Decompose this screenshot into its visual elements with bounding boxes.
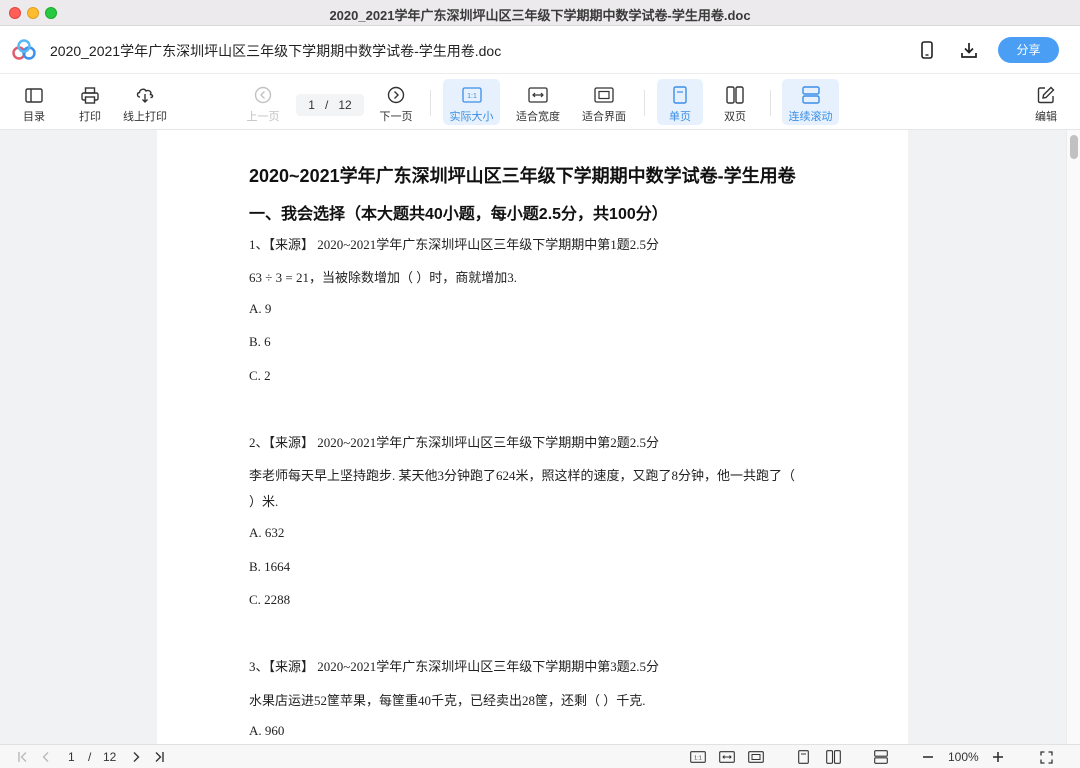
single-page-label: 单页 <box>669 111 691 123</box>
status-bar: 1 / 12 1:1 100% <box>0 744 1080 768</box>
answer-option: C. 2288 <box>249 592 291 607</box>
question-text: 63 ÷ 3 = 21，当被除数增加（ ）时，商就增加3. <box>249 270 517 285</box>
actual-size-icon-text: 1:1 <box>467 93 477 100</box>
answer-option: B. 1664 <box>249 559 291 574</box>
question-text: 水果店运进52筐苹果，每筐重40千克，已经卖出28筐，还剩（ ）千克. <box>249 693 646 708</box>
cloud-print-icon <box>134 85 156 105</box>
fit-page-button[interactable]: 适合界面 <box>578 79 630 125</box>
continuous-scroll-button[interactable]: 连续滚动 <box>782 79 839 125</box>
next-page-label: 下一页 <box>379 111 413 123</box>
question-text: ）米. <box>249 494 279 509</box>
phone-icon[interactable] <box>915 38 939 62</box>
app-logo-icon <box>12 39 36 61</box>
question-source: 1、【来源】 2020~2021学年广东深圳坪山区三年级下学期期中第1题2.5分 <box>249 237 660 252</box>
fit-width-icon <box>527 85 549 105</box>
continuous-scroll-icon <box>800 85 822 105</box>
answer-option: A. 9 <box>249 301 272 316</box>
status-page-separator: / <box>88 750 92 764</box>
fit-page-icon[interactable] <box>747 749 765 765</box>
prev-page-icon[interactable] <box>38 749 54 765</box>
window-title: 2020_2021学年广东深圳坪山区三年级下学期期中数学试卷-学生用卷.doc <box>329 8 751 23</box>
single-page-icon[interactable] <box>795 749 811 765</box>
single-page-icon <box>669 85 691 105</box>
toc-icon <box>23 85 45 105</box>
section-heading: 一、我会选择（本大题共40小题，每小题2.5分，共100分） <box>249 206 668 223</box>
fit-width-button[interactable]: 适合宽度 <box>512 79 564 125</box>
toc-button[interactable]: 目录 <box>16 79 52 125</box>
double-page-icon[interactable] <box>825 749 841 765</box>
chevron-right-circle-icon <box>385 85 407 105</box>
toolbar-divider <box>644 90 645 116</box>
document-page: 2020~2021学年广东深圳坪山区三年级下学期期中数学试卷-学生用卷 一、我会… <box>157 130 908 744</box>
zoom-level[interactable]: 100% <box>948 750 979 764</box>
fit-width-label: 适合宽度 <box>516 111 560 123</box>
edit-button[interactable]: 编辑 <box>1028 79 1064 125</box>
answer-option: B. 6 <box>249 334 271 349</box>
current-page-input[interactable]: 1 <box>308 98 315 112</box>
page-separator: / <box>324 98 329 112</box>
question-text: 李老师每天早上坚持跑步. 某天他3分钟跑了624米，照这样的速度，又跑了8分钟，… <box>249 468 796 483</box>
double-page-icon <box>724 85 746 105</box>
actual-size-button[interactable]: 1:1 实际大小 <box>443 79 500 125</box>
toolbar-divider <box>770 90 771 116</box>
print-label: 打印 <box>79 111 101 123</box>
fit-width-icon[interactable] <box>718 749 736 765</box>
fit-page-icon <box>593 85 615 105</box>
actual-size-icon: 1:1 <box>461 85 483 105</box>
online-print-label: 线上打印 <box>123 111 167 123</box>
zoom-in-icon[interactable] <box>990 749 1006 765</box>
document-title: 2020_2021学年广东深圳坪山区三年级下学期期中数学试卷-学生用卷.doc <box>50 43 502 59</box>
toolbar: 目录 打印 线上打印 上一页 1 / 12 下一页 1:1 实际大小 适合宽度 … <box>0 74 1080 130</box>
zoom-out-icon[interactable] <box>920 749 936 765</box>
next-page-icon[interactable] <box>128 749 144 765</box>
fullscreen-icon[interactable] <box>1038 749 1054 765</box>
status-total-pages: 12 <box>103 750 117 764</box>
status-actual-size-icon-text: 1:1 <box>694 755 702 761</box>
fit-page-label: 适合界面 <box>582 111 626 123</box>
answer-option: C. 2 <box>249 368 271 383</box>
window-titlebar: 2020_2021学年广东深圳坪山区三年级下学期期中数学试卷-学生用卷.doc <box>0 0 1080 26</box>
next-page-button[interactable]: 下一页 <box>376 79 416 125</box>
first-page-icon[interactable] <box>15 749 31 765</box>
actual-size-label: 实际大小 <box>449 111 494 123</box>
continuous-scroll-label: 连续滚动 <box>788 111 833 123</box>
vertical-scrollbar[interactable] <box>1066 130 1080 744</box>
download-icon[interactable] <box>957 38 981 62</box>
edit-icon <box>1035 85 1057 105</box>
chevron-left-circle-icon <box>252 85 274 105</box>
answer-option: A. 960 <box>249 723 285 738</box>
toolbar-divider <box>430 90 431 116</box>
prev-page-label: 上一页 <box>246 111 280 123</box>
document-viewport[interactable]: 2020~2021学年广东深圳坪山区三年级下学期期中数学试卷-学生用卷 一、我会… <box>0 130 1066 744</box>
total-pages: 12 <box>338 98 352 112</box>
question-source: 3、【来源】 2020~2021学年广东深圳坪山区三年级下学期期中第3题2.5分 <box>249 659 660 674</box>
status-current-page[interactable]: 1 <box>68 750 75 764</box>
document-heading: 2020~2021学年广东深圳坪山区三年级下学期期中数学试卷-学生用卷 <box>249 166 796 186</box>
page-indicator[interactable]: 1 / 12 <box>296 94 364 116</box>
prev-page-button[interactable]: 上一页 <box>244 79 282 125</box>
toc-label: 目录 <box>23 111 45 123</box>
online-print-button[interactable]: 线上打印 <box>120 79 170 125</box>
share-button[interactable]: 分享 <box>998 37 1059 63</box>
continuous-scroll-icon[interactable] <box>873 749 889 765</box>
double-page-label: 双页 <box>724 111 746 123</box>
question-source: 2、【来源】 2020~2021学年广东深圳坪山区三年级下学期期中第2题2.5分 <box>249 435 660 450</box>
edit-label: 编辑 <box>1035 111 1057 123</box>
print-button[interactable]: 打印 <box>72 79 108 125</box>
app-header: 2020_2021学年广东深圳坪山区三年级下学期期中数学试卷-学生用卷.doc … <box>0 26 1080 74</box>
last-page-icon[interactable] <box>151 749 167 765</box>
answer-option: A. 632 <box>249 525 285 540</box>
scrollbar-thumb[interactable] <box>1070 135 1078 159</box>
actual-size-icon[interactable]: 1:1 <box>689 749 707 765</box>
printer-icon <box>79 85 101 105</box>
double-page-button[interactable]: 双页 <box>712 79 758 125</box>
single-page-button[interactable]: 单页 <box>657 79 703 125</box>
